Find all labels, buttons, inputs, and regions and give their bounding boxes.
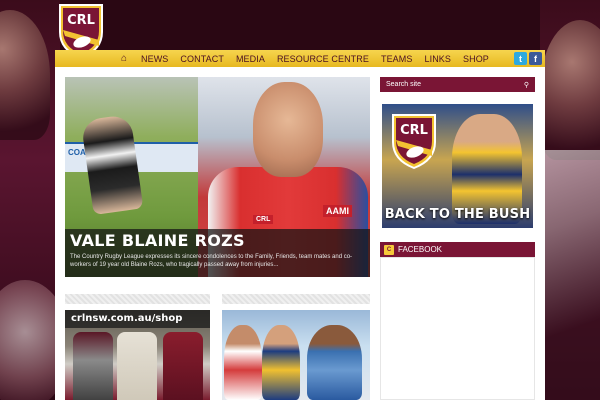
background-jersey [545,150,600,400]
site-wrapper: CRL ⌂ NEWS CONTACT MEDIA RESOURCE CENTRE… [55,0,545,400]
crl-mini-icon: C [384,244,394,255]
promo-title: BACK TO THE BUSH [384,207,531,222]
facebook-icon[interactable]: f [529,52,542,65]
nav-contact[interactable]: CONTACT [174,54,230,64]
logo-text: CRL [67,13,95,28]
home-icon[interactable]: ⌂ [113,50,135,67]
divider-stripe [65,294,210,304]
player-image [307,325,362,400]
nav-links[interactable]: LINKS [418,54,457,64]
hero-excerpt: The Country Rugby League expresses its s… [70,254,353,268]
shop-item-jersey [117,332,157,400]
hero-badge-aami: AAMI [323,205,352,217]
search-icon[interactable]: ⚲ [524,81,529,89]
search-input[interactable]: Search site ⚲ [380,77,535,92]
hero-feature[interactable]: COASTWIDE CRL AAMI VALE BLAINE ROZS The … [65,77,370,277]
nav-resource-centre[interactable]: RESOURCE CENTRE [271,54,375,64]
players-tile[interactable] [222,310,370,400]
facebook-header: C FACEBOOK [380,242,535,257]
divider-stripe [222,294,370,304]
back-to-the-bush-promo[interactable]: CRL BACK TO THE BUSH [382,104,533,228]
nav-news[interactable]: NEWS [135,54,174,64]
hero-badge-crl: CRL [253,215,274,224]
svg-text:CRL: CRL [400,123,428,138]
hero-caption: VALE BLAINE ROZS The Country Rugby Leagu… [65,229,370,277]
shop-item-hoodie [73,332,113,400]
content-area: COASTWIDE CRL AAMI VALE BLAINE ROZS The … [55,67,545,400]
search-placeholder: Search site [386,81,422,88]
main-nav: ⌂ NEWS CONTACT MEDIA RESOURCE CENTRE TEA… [55,50,545,67]
hero-title[interactable]: VALE BLAINE ROZS [70,232,365,250]
player-image [262,325,300,400]
social-links: t f [514,52,542,65]
hero-player-running [80,113,144,216]
twitter-icon[interactable]: t [514,52,527,65]
shop-tile[interactable]: crlnsw.com.au/shop [65,310,210,400]
player-image [224,325,262,400]
nav-media[interactable]: MEDIA [230,54,271,64]
facebook-label: FACEBOOK [398,245,443,254]
nav-shop[interactable]: SHOP [457,54,495,64]
shop-item-shirt [163,332,203,400]
shop-tile-label[interactable]: crlnsw.com.au/shop [65,310,210,328]
facebook-widget [380,257,535,400]
promo-crl-logo: CRL [392,114,436,170]
hero-face [253,82,323,177]
nav-teams[interactable]: TEAMS [375,54,419,64]
